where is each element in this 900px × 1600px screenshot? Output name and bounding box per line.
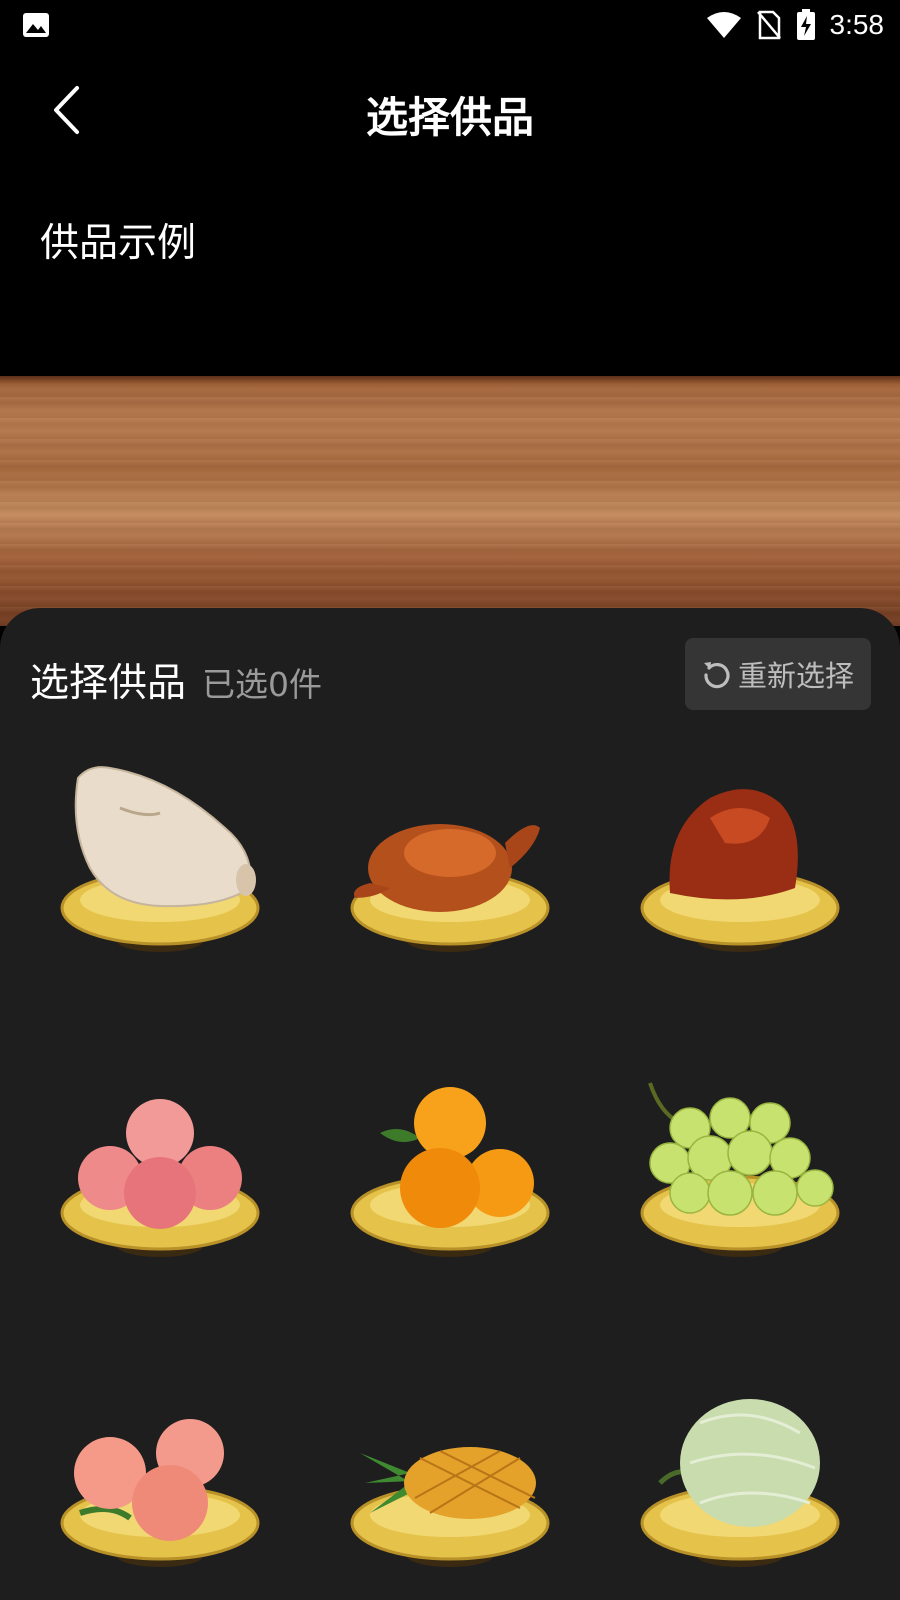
apples-icon bbox=[60, 1099, 260, 1257]
offering-item[interactable] bbox=[630, 748, 850, 968]
braised-pork-icon bbox=[640, 789, 840, 952]
no-sim-icon bbox=[756, 10, 781, 40]
refresh-icon bbox=[703, 662, 730, 689]
wifi-icon bbox=[706, 12, 741, 38]
wooden-table-image bbox=[0, 376, 900, 626]
selected-count: 已选0件 bbox=[202, 665, 322, 704]
oranges-icon bbox=[350, 1087, 550, 1257]
offering-item[interactable] bbox=[630, 1363, 850, 1583]
offering-item[interactable] bbox=[50, 1053, 270, 1273]
pineapple-icon bbox=[350, 1447, 550, 1567]
roast-chicken-icon bbox=[350, 824, 550, 952]
pig-head-icon bbox=[60, 766, 260, 952]
offering-item[interactable] bbox=[630, 1053, 850, 1273]
status-time: 3:58 bbox=[829, 9, 885, 40]
panel-title: 选择供品 bbox=[30, 661, 187, 706]
nav-bar: 选择供品 bbox=[0, 62, 900, 158]
offering-item[interactable] bbox=[340, 1053, 560, 1273]
example-label: 供品示例 bbox=[40, 221, 197, 266]
offering-item[interactable] bbox=[50, 1363, 270, 1583]
image-notification-icon bbox=[23, 13, 49, 37]
grapes-icon bbox=[640, 1082, 840, 1257]
page-title: 选择供品 bbox=[365, 93, 534, 142]
table-edge bbox=[0, 376, 900, 384]
battery-charging-icon bbox=[796, 9, 815, 40]
peaches-icon bbox=[60, 1419, 260, 1567]
reset-selection-label: 重新选择 bbox=[737, 659, 854, 693]
offering-item[interactable] bbox=[340, 748, 560, 968]
status-bar: 3:58 bbox=[0, 0, 900, 50]
reset-selection-button[interactable]: 重新选择 bbox=[685, 638, 871, 710]
offering-item[interactable] bbox=[340, 1363, 560, 1583]
offering-selection-panel: 选择供品 已选0件 重新选择 bbox=[0, 608, 900, 1600]
melon-icon bbox=[640, 1399, 840, 1567]
offering-item[interactable] bbox=[50, 748, 270, 968]
